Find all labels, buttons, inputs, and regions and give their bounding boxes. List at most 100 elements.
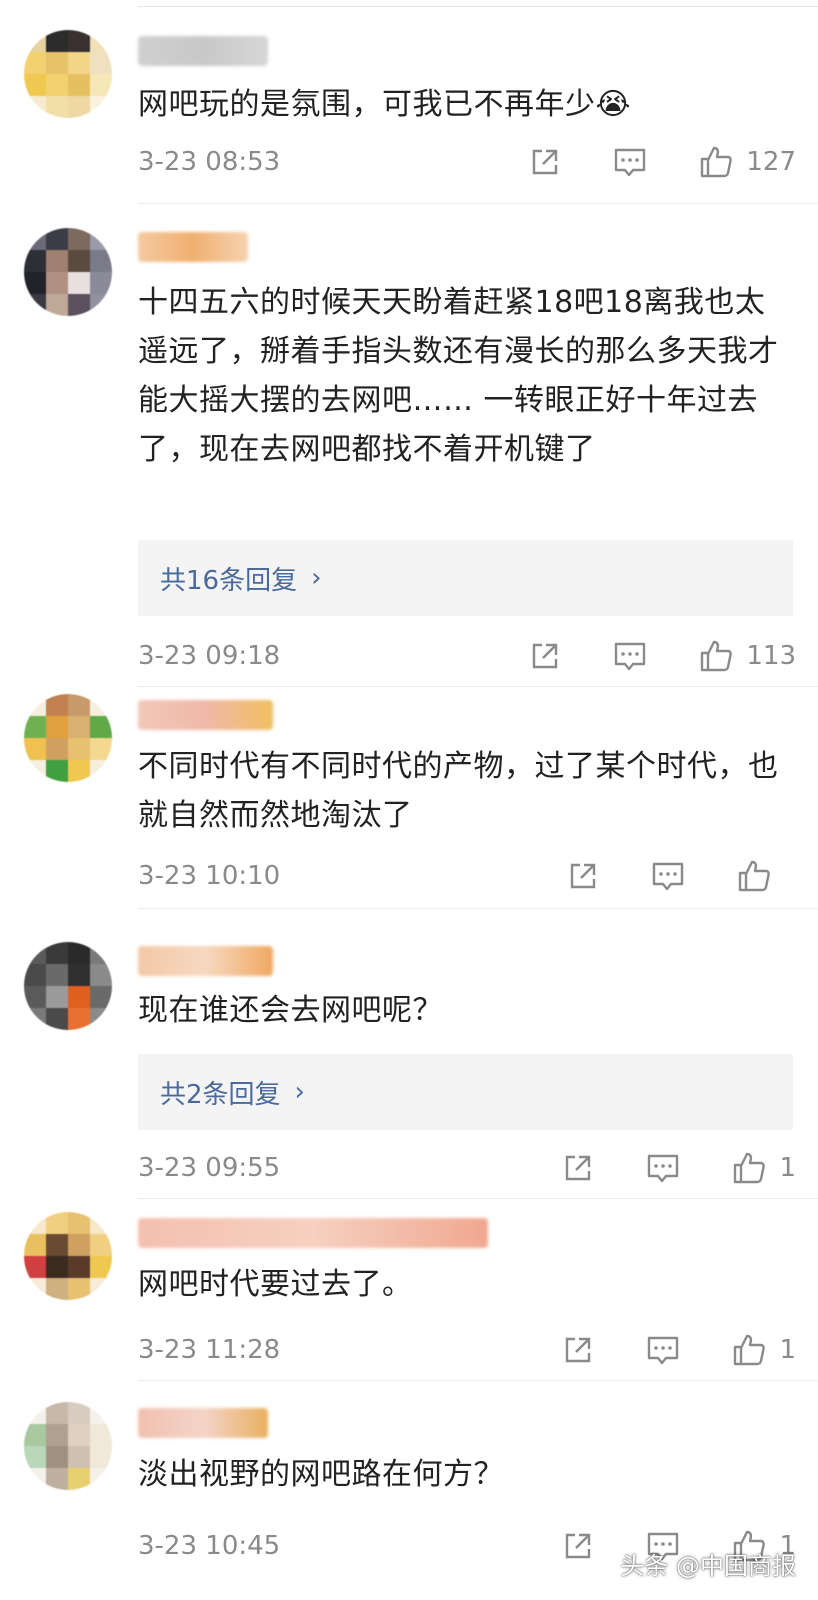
- avatar[interactable]: [24, 942, 112, 1030]
- chevron-right-icon: ›: [294, 1077, 305, 1107]
- thumbs-up-icon: [698, 144, 734, 180]
- action-bar: 1: [561, 1150, 796, 1186]
- avatar-pixel: [24, 74, 46, 96]
- avatar[interactable]: [24, 1212, 112, 1300]
- like-count: 1: [779, 1153, 796, 1183]
- reply-button[interactable]: [612, 145, 648, 179]
- avatar-pixel: [24, 1278, 46, 1300]
- avatar-pixel: [46, 1256, 68, 1278]
- avatar-pixel: [24, 228, 46, 250]
- avatar-pixel: [24, 942, 46, 964]
- share-icon: [561, 1529, 595, 1563]
- avatar[interactable]: [24, 694, 112, 782]
- share-button[interactable]: [561, 1151, 595, 1185]
- avatar-pixel: [46, 1468, 68, 1490]
- like-button[interactable]: 1: [731, 1150, 796, 1186]
- avatar-pixel: [90, 1234, 112, 1256]
- reply-count-label: 共16条回复: [160, 565, 298, 596]
- reply-button[interactable]: [650, 859, 686, 893]
- avatar-pixel: [68, 1424, 90, 1446]
- like-button[interactable]: 127: [698, 144, 796, 180]
- username-blurred[interactable]: [138, 232, 248, 262]
- avatar-pixel: [90, 1256, 112, 1278]
- like-button[interactable]: [736, 858, 796, 894]
- username-blurred[interactable]: [138, 946, 273, 976]
- reply-count-label: 共2条回复: [160, 1079, 281, 1110]
- share-button[interactable]: [561, 1333, 595, 1367]
- avatar-pixel: [24, 1424, 46, 1446]
- username-blurred[interactable]: [138, 700, 273, 730]
- avatar-pixel: [46, 30, 68, 52]
- avatar-pixel: [90, 1468, 112, 1490]
- avatar-pixel: [68, 96, 90, 118]
- avatar-pixel: [90, 1212, 112, 1234]
- reply-button[interactable]: [645, 1333, 681, 1367]
- avatar-pixel: [68, 250, 90, 272]
- avatar-pixel: [90, 1008, 112, 1030]
- divider: [138, 1198, 818, 1199]
- thumbs-up-icon: [731, 1150, 767, 1186]
- comment-icon: [612, 145, 648, 179]
- username-blurred[interactable]: [138, 36, 268, 66]
- avatar-pixel: [46, 250, 68, 272]
- divider: [138, 908, 818, 909]
- comment-meta: 3-23 11:28 1: [138, 1330, 796, 1370]
- avatar-pixel: [24, 964, 46, 986]
- comment-text: 现在谁还会去网吧呢？: [138, 993, 443, 1028]
- avatar-pixel: [46, 986, 68, 1008]
- view-replies-button[interactable]: 共2条回复 ›: [138, 1054, 793, 1130]
- comment-text: 网吧时代要过去了。: [138, 1267, 413, 1302]
- thumbs-up-icon: [698, 638, 734, 674]
- avatar-pixel: [46, 942, 68, 964]
- avatar-pixel: [24, 1008, 46, 1030]
- reply-button[interactable]: [612, 639, 648, 673]
- avatar-pixel: [46, 294, 68, 316]
- like-button[interactable]: 1: [731, 1332, 796, 1368]
- avatar-pixel: [90, 964, 112, 986]
- avatar-pixel: [46, 964, 68, 986]
- comment-meta: 3-23 10:10: [138, 856, 796, 896]
- like-count: 113: [746, 641, 796, 671]
- avatar-pixel: [90, 52, 112, 74]
- username-blurred[interactable]: [138, 1218, 488, 1248]
- reply-button[interactable]: [645, 1151, 681, 1185]
- view-replies-button[interactable]: 共16条回复 ›: [138, 540, 793, 616]
- avatar-pixel: [68, 228, 90, 250]
- like-button[interactable]: 113: [698, 638, 796, 674]
- avatar-pixel: [90, 694, 112, 716]
- avatar-pixel: [68, 1468, 90, 1490]
- avatar-pixel: [68, 1008, 90, 1030]
- action-bar: 1: [561, 1332, 796, 1368]
- avatar-pixel: [90, 228, 112, 250]
- timestamp: 3-23 09:55: [138, 1153, 281, 1183]
- share-button[interactable]: [566, 859, 600, 893]
- share-button[interactable]: [528, 639, 562, 673]
- avatar[interactable]: [24, 1402, 112, 1490]
- avatar-pixel: [90, 1402, 112, 1424]
- action-bar: 113: [528, 638, 796, 674]
- comment-icon: [612, 639, 648, 673]
- avatar-pixel: [68, 964, 90, 986]
- avatar-pixel: [24, 1468, 46, 1490]
- comment-icon: [645, 1333, 681, 1367]
- avatar[interactable]: [24, 228, 112, 316]
- avatar-pixel: [68, 1278, 90, 1300]
- comment-meta: 3-23 09:18 113: [138, 636, 796, 676]
- avatar-pixel: [24, 1256, 46, 1278]
- avatar-pixel: [68, 52, 90, 74]
- share-button[interactable]: [561, 1529, 595, 1563]
- avatar-pixel: [46, 228, 68, 250]
- divider: [138, 686, 818, 687]
- avatar[interactable]: [24, 30, 112, 118]
- avatar-pixel: [46, 760, 68, 782]
- share-button[interactable]: [528, 145, 562, 179]
- avatar-pixel: [24, 294, 46, 316]
- username-blurred[interactable]: [138, 1408, 268, 1438]
- avatar-pixel: [24, 1446, 46, 1468]
- avatar-pixel: [24, 250, 46, 272]
- comment-feed: 网吧玩的是氛围，可我已不再年少😭 3-23 08:53 127 十四五六的时候天…: [0, 0, 818, 1600]
- avatar-pixel: [46, 1446, 68, 1468]
- avatar-pixel: [24, 1212, 46, 1234]
- share-icon: [528, 145, 562, 179]
- share-icon: [528, 639, 562, 673]
